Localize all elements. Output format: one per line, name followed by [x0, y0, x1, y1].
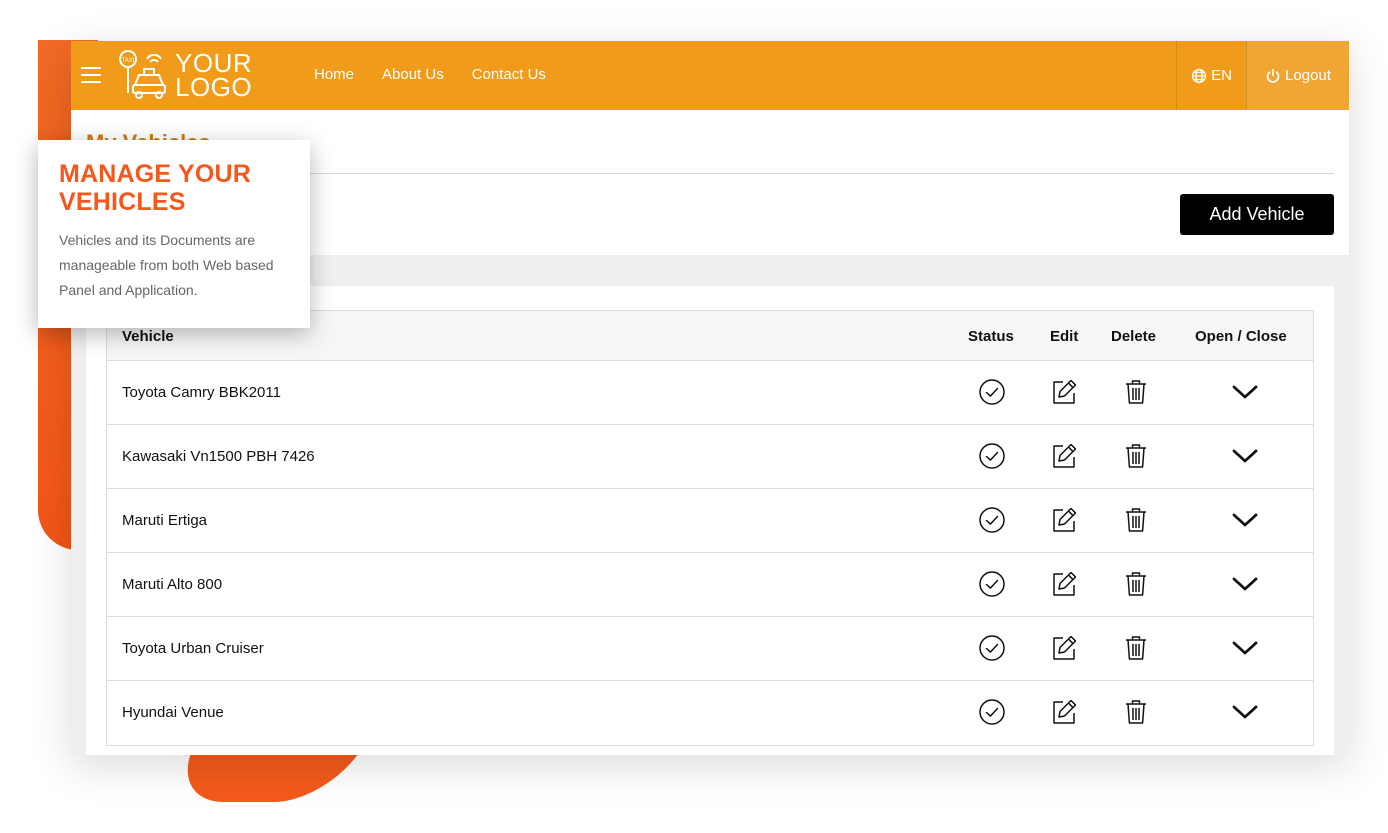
check-circle-icon[interactable]	[978, 698, 1006, 726]
callout-title-line1: MANAGE YOUR	[59, 160, 252, 188]
language-label: EN	[1211, 67, 1232, 84]
navbar: TAXI YOUR LOGO Home About Us Contact Us	[71, 41, 1349, 110]
trash-icon[interactable]	[1122, 698, 1150, 726]
feature-callout: MANAGE YOUR VEHICLES Vehicles and its Do…	[38, 140, 310, 328]
column-open-close: Open / Close	[1195, 328, 1287, 345]
edit-icon[interactable]	[1050, 506, 1078, 534]
callout-text: Vehicles and its Documents are manageabl…	[59, 232, 274, 298]
callout-title-line2: VEHICLES	[59, 188, 186, 216]
add-vehicle-button[interactable]: Add Vehicle	[1180, 194, 1334, 235]
table-row: Maruti Alto 800	[107, 553, 1313, 617]
edit-icon[interactable]	[1050, 442, 1078, 470]
nav-right: EN Logout	[1176, 41, 1349, 110]
trash-icon[interactable]	[1122, 378, 1150, 406]
column-delete: Delete	[1111, 328, 1157, 345]
table-row: Hyundai Venue	[107, 681, 1313, 745]
check-circle-icon[interactable]	[978, 378, 1006, 406]
check-circle-icon[interactable]	[978, 442, 1006, 470]
vehicle-name: Kawasaki Vn1500 PBH 7426	[122, 448, 315, 465]
trash-icon[interactable]	[1122, 634, 1150, 662]
edit-icon[interactable]	[1050, 698, 1078, 726]
column-edit: Edit	[1050, 328, 1079, 345]
nav-link-home[interactable]: Home	[314, 66, 354, 83]
trash-icon[interactable]	[1122, 506, 1150, 534]
check-circle-icon[interactable]	[978, 506, 1006, 534]
chevron-down-icon[interactable]	[1231, 506, 1259, 534]
hamburger-icon[interactable]	[81, 67, 101, 83]
table-row: Toyota Urban Cruiser	[107, 617, 1313, 681]
vehicle-name: Maruti Alto 800	[122, 576, 223, 593]
logo-text: YOUR LOGO	[175, 50, 253, 102]
globe-icon	[1191, 68, 1207, 83]
power-icon	[1266, 68, 1280, 83]
svg-text:TAXI: TAXI	[122, 58, 135, 64]
logo[interactable]: TAXI YOUR LOGO	[115, 49, 265, 101]
vehicle-name: Toyota Urban Cruiser	[122, 640, 264, 657]
nav-link-about[interactable]: About Us	[382, 66, 444, 83]
vehicles-table: Vehicle Status Edit Delete Open / Close …	[106, 310, 1314, 746]
logout-label: Logout	[1285, 67, 1331, 84]
table-row: Maruti Ertiga	[107, 489, 1313, 553]
table-row: Kawasaki Vn1500 PBH 7426	[107, 425, 1313, 489]
vehicles-card: Vehicle Status Edit Delete Open / Close …	[86, 286, 1334, 755]
chevron-down-icon[interactable]	[1231, 570, 1259, 598]
language-selector[interactable]: EN	[1176, 41, 1246, 110]
logout-button[interactable]: Logout	[1246, 41, 1349, 110]
chevron-down-icon[interactable]	[1231, 698, 1259, 726]
table-row: Toyota Camry BBK2011	[107, 361, 1313, 425]
chevron-down-icon[interactable]	[1231, 634, 1259, 662]
edit-icon[interactable]	[1050, 570, 1078, 598]
check-circle-icon[interactable]	[978, 634, 1006, 662]
logo-line2: LOGO	[175, 72, 253, 102]
trash-icon[interactable]	[1122, 570, 1150, 598]
edit-icon[interactable]	[1050, 378, 1078, 406]
check-circle-icon[interactable]	[978, 570, 1006, 598]
chevron-down-icon[interactable]	[1231, 442, 1259, 470]
column-vehicle: Vehicle	[122, 328, 174, 345]
vehicle-name: Maruti Ertiga	[122, 512, 208, 529]
trash-icon[interactable]	[1122, 442, 1150, 470]
taxi-logo-icon: TAXI	[119, 50, 166, 99]
vehicle-name: Toyota Camry BBK2011	[122, 384, 281, 401]
nav-links: Home About Us Contact Us	[314, 66, 546, 83]
callout-title: MANAGE YOUR VEHICLES	[59, 160, 289, 216]
table-body: Toyota Camry BBK2011 Kawasaki Vn1500 PBH…	[107, 361, 1313, 745]
edit-icon[interactable]	[1050, 634, 1078, 662]
stage: TAXI YOUR LOGO Home About Us Contact Us	[0, 0, 1388, 833]
column-status: Status	[968, 328, 1014, 345]
vehicle-name: Hyundai Venue	[122, 704, 224, 721]
chevron-down-icon[interactable]	[1231, 378, 1259, 406]
nav-link-contact[interactable]: Contact Us	[472, 66, 546, 83]
